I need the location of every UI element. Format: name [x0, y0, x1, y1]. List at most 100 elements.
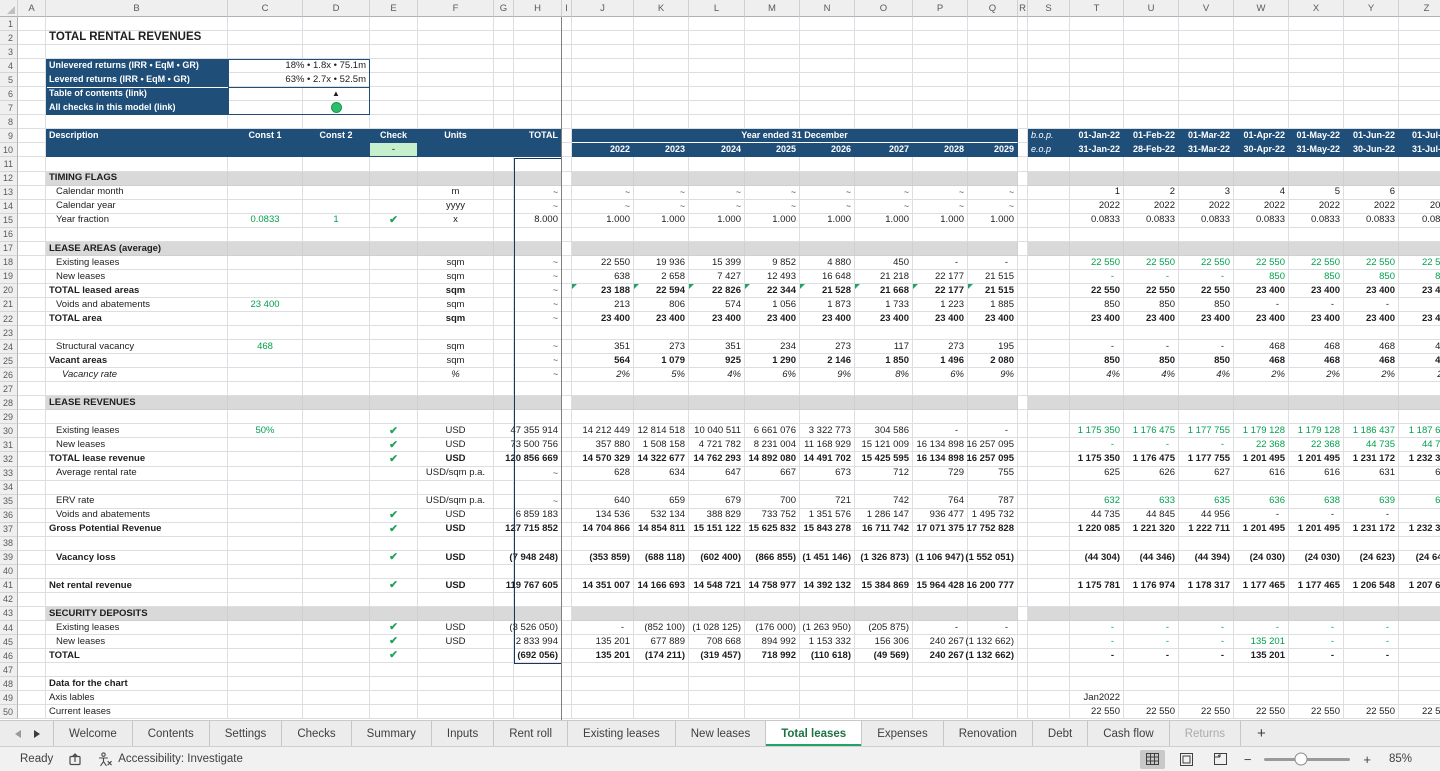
row-header-10[interactable]: 10 [0, 143, 18, 157]
cell-S15[interactable] [1028, 214, 1070, 228]
col-header-S[interactable]: S [1028, 0, 1070, 17]
cell-A43[interactable] [18, 607, 46, 621]
page-break-preview-button[interactable] [1208, 750, 1233, 769]
cell-G16[interactable] [494, 228, 514, 242]
cell-J32[interactable]: 14 570 329 [572, 452, 634, 466]
cell-O49[interactable] [855, 691, 913, 705]
add-sheet-button[interactable]: + [1241, 721, 1282, 746]
cell-X46[interactable]: - [1289, 649, 1344, 663]
cell-N31[interactable]: 11 168 929 [800, 438, 855, 452]
cell-W37[interactable]: 1 201 495 [1234, 523, 1289, 537]
cell-U23[interactable] [1124, 326, 1179, 340]
cell-U14[interactable]: 2022 [1124, 200, 1179, 214]
cell-H34[interactable] [514, 481, 562, 495]
cell-C11[interactable] [228, 157, 303, 171]
cell-F29[interactable] [418, 410, 494, 424]
cell-Z5[interactable] [1399, 73, 1440, 87]
cell-A37[interactable] [18, 523, 46, 537]
cell-S50[interactable] [1028, 705, 1070, 719]
cell-F50[interactable] [418, 705, 494, 719]
cell-M40[interactable] [745, 565, 800, 579]
cell-T2[interactable] [1070, 31, 1124, 45]
cell-Z2[interactable] [1399, 31, 1440, 45]
cell-O13[interactable]: ~ [855, 186, 913, 200]
cell-O29[interactable] [855, 410, 913, 424]
cell-Y39[interactable]: (24 623) [1344, 551, 1399, 565]
cell-C25[interactable] [228, 354, 303, 368]
cell-S20[interactable] [1028, 284, 1070, 298]
cell-M18[interactable]: 9 852 [745, 256, 800, 270]
cell-Q41[interactable]: 16 200 777 [968, 579, 1018, 593]
cell-M41[interactable]: 14 758 977 [745, 579, 800, 593]
cell-W32[interactable]: 1 201 495 [1234, 452, 1289, 466]
cell-N48[interactable] [800, 677, 855, 691]
cell-N2[interactable] [800, 31, 855, 45]
cell-A42[interactable] [18, 593, 46, 607]
cell-B11[interactable] [46, 157, 228, 171]
cell-O4[interactable] [855, 59, 913, 73]
cell-A15[interactable] [18, 214, 46, 228]
cell-C14[interactable] [228, 200, 303, 214]
cell-K24[interactable]: 273 [634, 340, 689, 354]
cell-C30[interactable]: 50% [228, 424, 303, 438]
cell-O43[interactable] [855, 607, 913, 621]
cell-A28[interactable] [18, 396, 46, 410]
cell-F13[interactable]: m [418, 186, 494, 200]
cell-F28[interactable] [418, 396, 494, 410]
cell-W40[interactable] [1234, 565, 1289, 579]
cell-K25[interactable]: 1 079 [634, 354, 689, 368]
cell-Q29[interactable] [968, 410, 1018, 424]
cell-B25[interactable]: Vacant areas [46, 354, 228, 368]
cell-G2[interactable] [494, 31, 514, 45]
cell-O24[interactable]: 117 [855, 340, 913, 354]
cell-I41[interactable] [562, 579, 572, 593]
cell-Y1[interactable] [1344, 17, 1399, 31]
cell-X13[interactable]: 5 [1289, 186, 1344, 200]
cell-P40[interactable] [913, 565, 968, 579]
accessibility-status[interactable]: Accessibility: Investigate [97, 752, 243, 767]
cell-Z1[interactable] [1399, 17, 1440, 31]
cell-R14[interactable] [1018, 200, 1028, 214]
cell-G20[interactable] [494, 284, 514, 298]
cell-W47[interactable] [1234, 663, 1289, 677]
cell-P23[interactable] [913, 326, 968, 340]
cell-A47[interactable] [18, 663, 46, 677]
cell-Z50[interactable]: 22 550 [1399, 705, 1440, 719]
cell-A21[interactable] [18, 298, 46, 312]
cell-U30[interactable]: 1 176 475 [1124, 424, 1179, 438]
cell-P29[interactable] [913, 410, 968, 424]
cell-Y47[interactable] [1344, 663, 1399, 677]
cell-E20[interactable] [370, 284, 418, 298]
cell-Y38[interactable] [1344, 537, 1399, 551]
cell-W31[interactable]: 22 368 [1234, 438, 1289, 452]
cell-T1[interactable] [1070, 17, 1124, 31]
cell-N41[interactable]: 14 392 132 [800, 579, 855, 593]
cell-H38[interactable] [514, 537, 562, 551]
cell-A40[interactable] [18, 565, 46, 579]
cell-V14[interactable]: 2022 [1179, 200, 1234, 214]
cell-F15[interactable]: x [418, 214, 494, 228]
cell-F41[interactable]: USD [418, 579, 494, 593]
col-header-I[interactable]: I [562, 0, 572, 17]
cell-S25[interactable] [1028, 354, 1070, 368]
cell-W17[interactable] [1234, 242, 1289, 256]
cell-I21[interactable] [562, 298, 572, 312]
cell-T22[interactable]: 23 400 [1070, 312, 1124, 326]
cell-I10[interactable] [562, 143, 572, 157]
cell-X44[interactable]: - [1289, 621, 1344, 635]
cell-Z47[interactable] [1399, 663, 1440, 677]
cell-E50[interactable] [370, 705, 418, 719]
cell-E19[interactable] [370, 270, 418, 284]
cell-I25[interactable] [562, 354, 572, 368]
row-header-14[interactable]: 14 [0, 200, 18, 214]
cell-E40[interactable] [370, 565, 418, 579]
cell-P25[interactable]: 1 496 [913, 354, 968, 368]
cell-P20[interactable]: 22 177 [913, 284, 968, 298]
cell-Q42[interactable] [968, 593, 1018, 607]
cell-O18[interactable]: 450 [855, 256, 913, 270]
cell-E15[interactable]: ✔ [370, 214, 418, 228]
cell-J29[interactable] [572, 410, 634, 424]
cell-F14[interactable]: yyyy [418, 200, 494, 214]
cell-J20[interactable]: 23 188 [572, 284, 634, 298]
cell-E1[interactable] [370, 17, 418, 31]
